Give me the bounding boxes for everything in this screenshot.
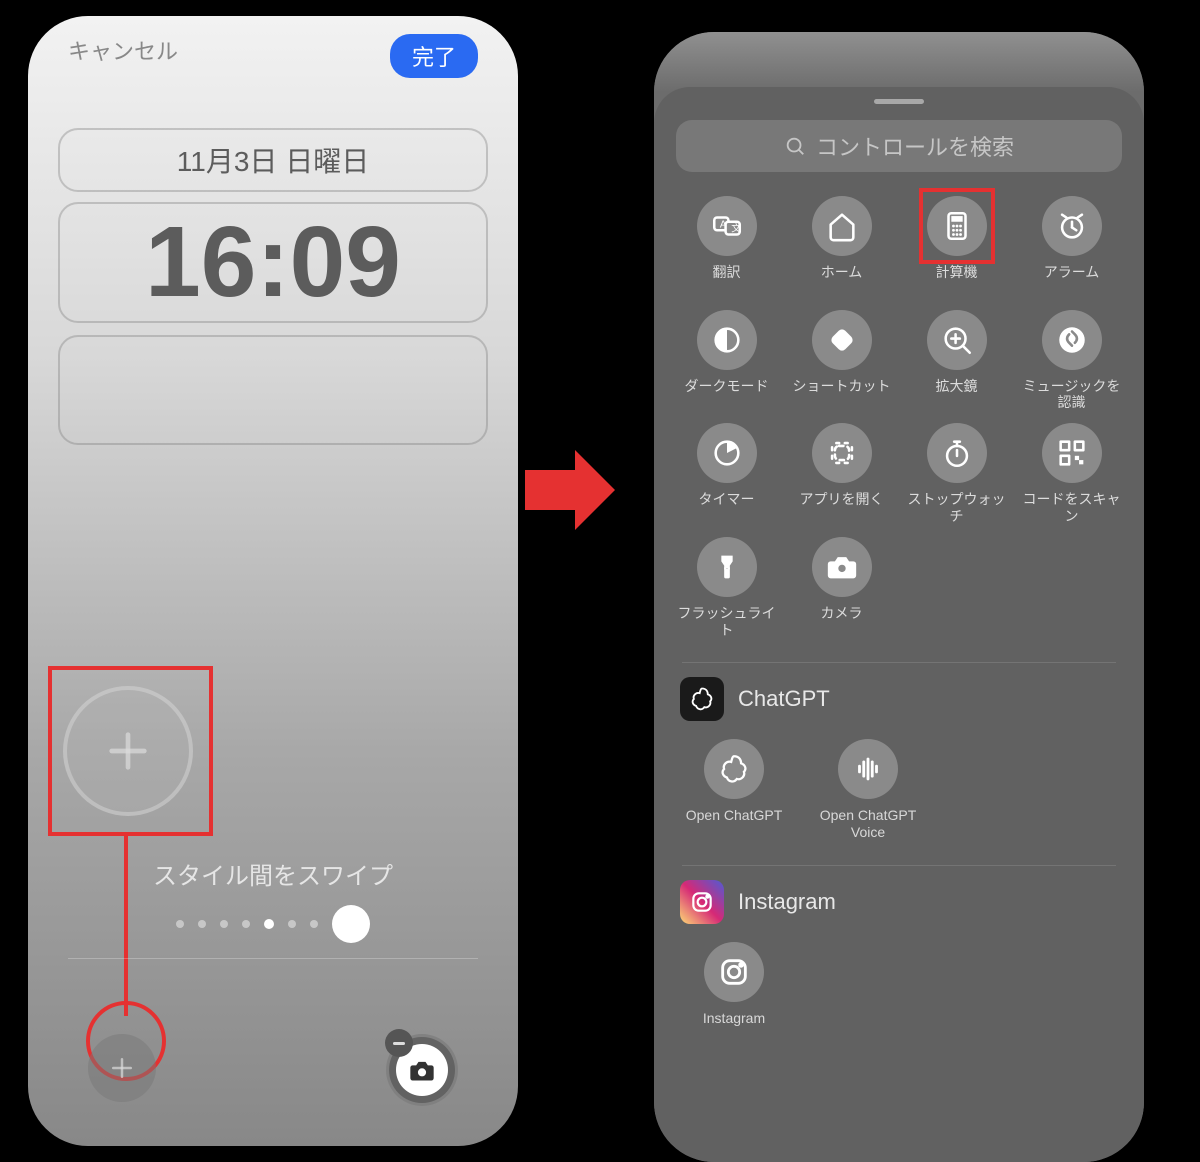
instagram-icon — [704, 942, 764, 1002]
control-label: カメラ — [821, 605, 863, 639]
chatgpt-section: ChatGPT Open ChatGPT Open ChatGPT Voice — [654, 677, 1144, 841]
search-icon — [784, 135, 806, 157]
section-title: Instagram — [738, 889, 836, 915]
shazam-icon — [1042, 310, 1102, 370]
chatgpt-item-1[interactable]: Open ChatGPT Voice — [818, 739, 918, 841]
shortcut-icon — [812, 310, 872, 370]
darkmode-icon — [697, 310, 757, 370]
control-shortcuts[interactable]: ショートカット — [787, 310, 896, 412]
control-label: ショートカット — [793, 378, 891, 412]
chatgpt-item-0[interactable]: Open ChatGPT — [684, 739, 784, 841]
instagram-item-0[interactable]: Instagram — [684, 942, 784, 1027]
stopwatch-icon — [927, 423, 987, 483]
style-swipe-area: スタイル間をスワイプ — [28, 856, 518, 943]
swipe-label: スタイル間をスワイプ — [28, 856, 518, 891]
instagram-row: Instagram — [680, 942, 1118, 1027]
timer-icon — [697, 423, 757, 483]
bottom-shortcuts — [28, 1034, 518, 1106]
control-calculator[interactable]: 計算機 — [902, 196, 1011, 298]
control-stopwatch[interactable]: ストップウォッチ — [902, 423, 1011, 525]
voice-icon — [838, 739, 898, 799]
search-input[interactable]: コントロールを検索 — [676, 120, 1122, 172]
control-label: 翻訳 — [713, 264, 741, 298]
control-label: アプリを開く — [800, 491, 884, 525]
control-label: フラッシュライト — [672, 605, 781, 639]
search-placeholder: コントロールを検索 — [816, 130, 1014, 162]
chatgpt-app-icon — [680, 677, 724, 721]
control-timer[interactable]: タイマー — [672, 423, 781, 525]
qr-icon — [1042, 423, 1102, 483]
divider — [682, 662, 1116, 663]
chatgpt-icon — [704, 739, 764, 799]
control-label: コードをスキャン — [1017, 491, 1126, 525]
control-openapp[interactable]: アプリを開く — [787, 423, 896, 525]
color-dot[interactable] — [332, 905, 370, 943]
instagram-section: Instagram Instagram — [654, 880, 1144, 1027]
svg-text:A: A — [719, 219, 726, 230]
control-label: ダークモード — [685, 378, 769, 412]
done-button[interactable]: 完了 — [390, 34, 478, 78]
control-darkmode[interactable]: ダークモード — [672, 310, 781, 412]
annotation-box — [48, 666, 213, 836]
control-home[interactable]: ホーム — [787, 196, 896, 298]
flashlight-icon — [697, 537, 757, 597]
control-qrcode[interactable]: コードをスキャン — [1017, 423, 1126, 525]
annotation-highlight — [919, 188, 995, 264]
chatgpt-row: Open ChatGPT Open ChatGPT Voice — [680, 739, 1118, 841]
home-icon — [812, 196, 872, 256]
sheet-grabber[interactable] — [874, 99, 924, 104]
widget-slot[interactable] — [58, 335, 488, 445]
control-label: ミュージックを認識 — [1017, 378, 1126, 412]
controls-sheet-screen: コントロールを検索 A文翻訳ホーム計算機アラームダークモードショートカット拡大鏡… — [654, 32, 1144, 1162]
control-label: アラーム — [1044, 264, 1100, 298]
section-title: ChatGPT — [738, 686, 830, 712]
instagram-section-header: Instagram — [680, 880, 1118, 924]
date-widget[interactable]: 11月3日 日曜日 — [58, 128, 488, 192]
camera-shortcut[interactable] — [386, 1034, 458, 1106]
chatgpt-section-header: ChatGPT — [680, 677, 1118, 721]
camera-icon — [812, 537, 872, 597]
controls-grid: A文翻訳ホーム計算機アラームダークモードショートカット拡大鏡ミュージックを認識タ… — [654, 172, 1144, 638]
control-label: タイマー — [699, 491, 755, 525]
control-flashlight[interactable]: フラッシュライト — [672, 537, 781, 639]
control-label: ストップウォッチ — [902, 491, 1011, 525]
divider — [68, 958, 478, 959]
magnifier-icon — [927, 310, 987, 370]
top-bar: キャンセル 完了 — [28, 16, 518, 78]
page-dots[interactable] — [28, 905, 518, 943]
control-label: 計算機 — [936, 264, 978, 298]
app-item-label: Instagram — [703, 1010, 765, 1027]
app-item-label: Open ChatGPT Voice — [818, 807, 918, 841]
alarm-icon — [1042, 196, 1102, 256]
camera-icon — [408, 1056, 436, 1084]
control-alarm[interactable]: アラーム — [1017, 196, 1126, 298]
app-item-label: Open ChatGPT — [686, 807, 783, 824]
control-label: 拡大鏡 — [936, 378, 978, 412]
cancel-button[interactable]: キャンセル — [68, 34, 178, 78]
svg-text:文: 文 — [731, 222, 741, 235]
openapp-icon — [812, 423, 872, 483]
instagram-app-icon — [680, 880, 724, 924]
time-widget[interactable]: 16:09 — [58, 202, 488, 323]
control-shazam[interactable]: ミュージックを認識 — [1017, 310, 1126, 412]
remove-shortcut-icon[interactable] — [385, 1029, 413, 1057]
control-magnifier[interactable]: 拡大鏡 — [902, 310, 1011, 412]
arrow-icon — [520, 440, 620, 540]
divider — [682, 865, 1116, 866]
control-label: ホーム — [821, 264, 863, 298]
calculator-icon — [927, 196, 987, 256]
control-camera[interactable]: カメラ — [787, 537, 896, 639]
lockscreen-editor: キャンセル 完了 11月3日 日曜日 16:09 スタイル間をスワイプ — [28, 16, 518, 1146]
plus-icon — [107, 1053, 137, 1083]
translate-icon: A文 — [697, 196, 757, 256]
control-translate[interactable]: A文翻訳 — [672, 196, 781, 298]
add-shortcut-button[interactable] — [88, 1034, 156, 1102]
controls-sheet: コントロールを検索 A文翻訳ホーム計算機アラームダークモードショートカット拡大鏡… — [654, 87, 1144, 1162]
